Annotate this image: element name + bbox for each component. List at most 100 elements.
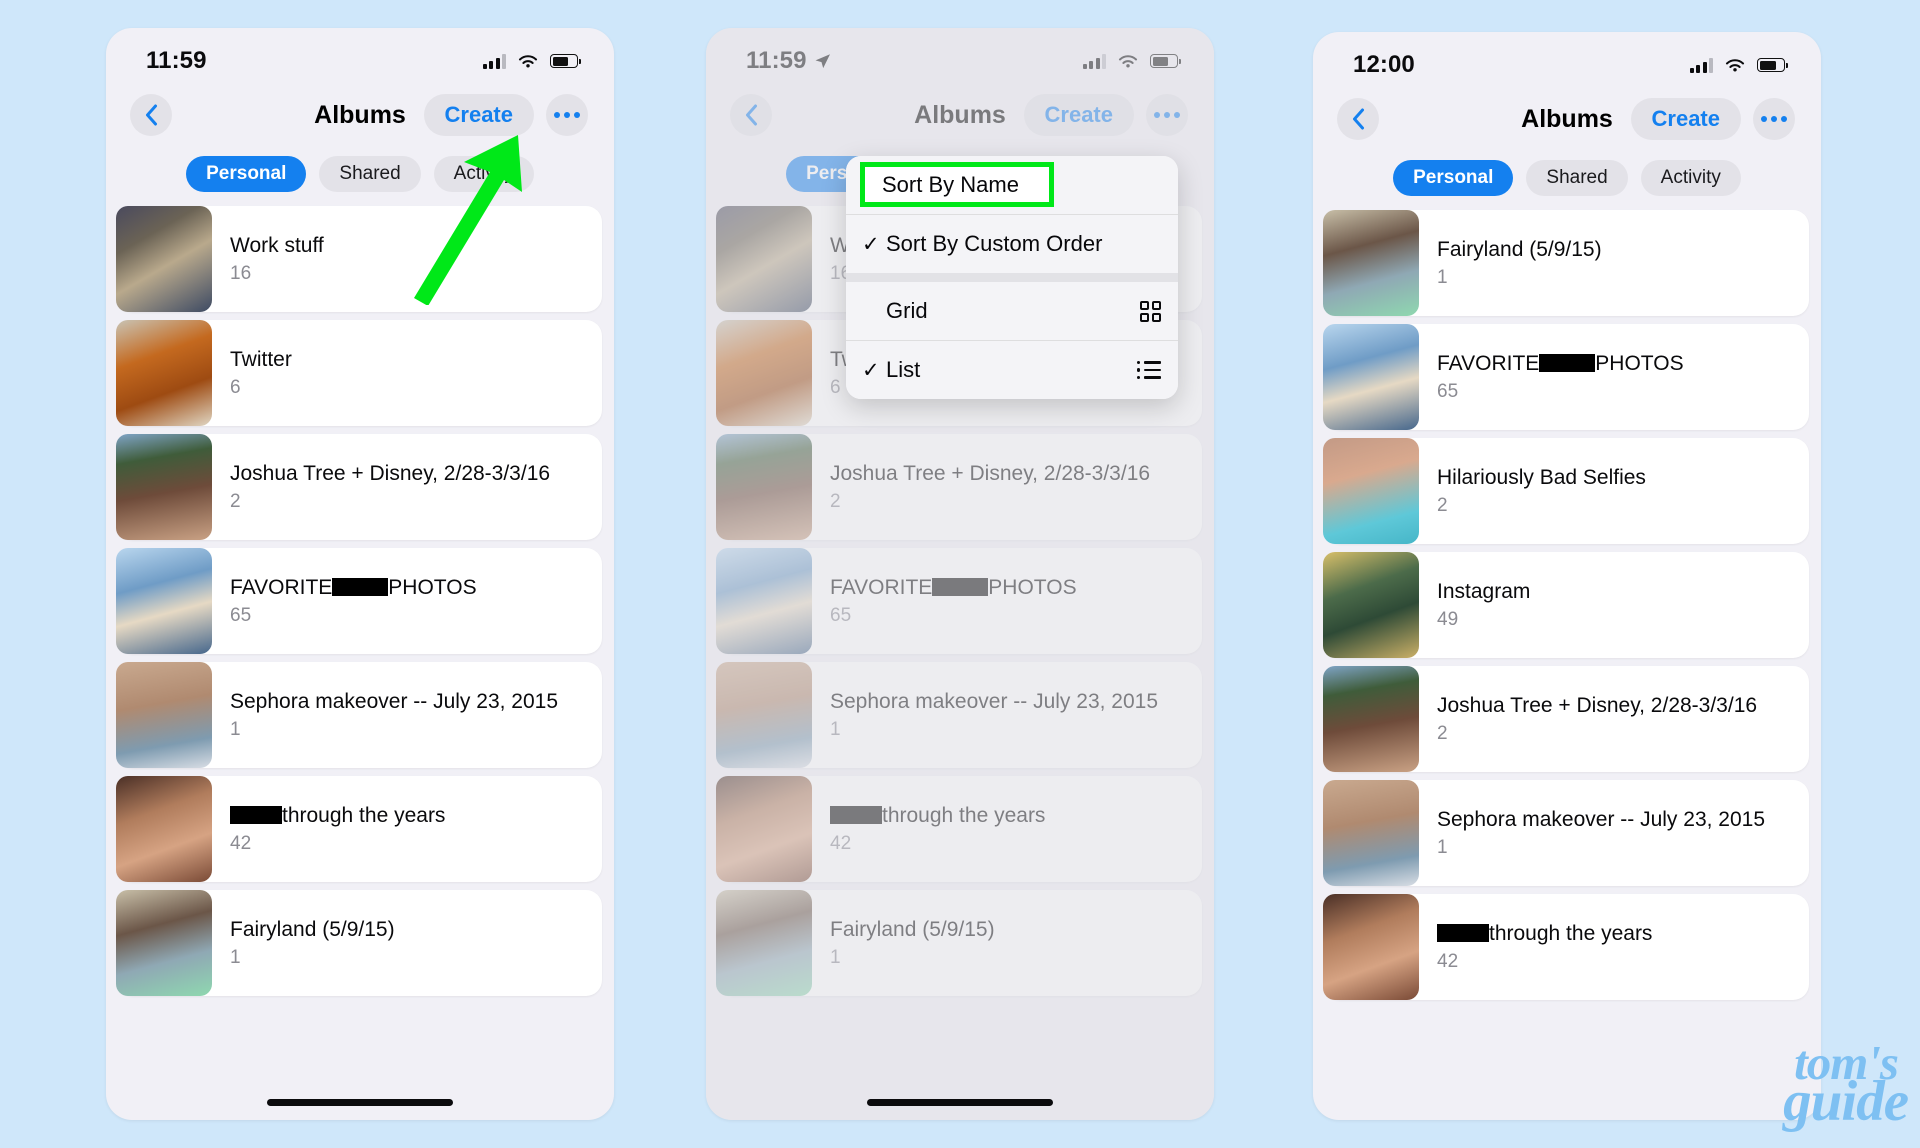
album-title: FAVORITE PHOTOS bbox=[1437, 352, 1684, 376]
album-meta: through the years 42 bbox=[212, 776, 602, 882]
status-bar-left: 12:00 bbox=[1353, 51, 1415, 79]
status-bar-right bbox=[1689, 57, 1788, 74]
album-row[interactable]: Fairyland (5/9/15) 1 bbox=[716, 890, 1202, 996]
album-title: FAVORITE PHOTOS bbox=[230, 576, 477, 600]
chevron-left-icon bbox=[745, 104, 757, 126]
album-thumbnail bbox=[1323, 210, 1419, 316]
album-row[interactable]: FAVORITE PHOTOS 65 bbox=[716, 548, 1202, 654]
album-meta: Sephora makeover -- July 23, 2015 1 bbox=[1419, 780, 1809, 886]
album-title: Sephora makeover -- July 23, 2015 bbox=[830, 690, 1159, 714]
album-row[interactable]: FAVORITE PHOTOS 65 bbox=[1323, 324, 1809, 430]
album-meta: Joshua Tree + Disney, 2/28-3/3/16 2 bbox=[1419, 666, 1809, 772]
nav-actions: Create bbox=[1023, 94, 1188, 136]
album-row[interactable]: Joshua Tree + Disney, 2/28-3/3/16 2 bbox=[716, 434, 1202, 540]
album-photo-count: 1 bbox=[1437, 266, 1448, 288]
chevron-left-icon bbox=[1352, 108, 1364, 130]
album-row[interactable]: Work stuff 16 bbox=[116, 206, 602, 312]
album-meta: Sephora makeover -- July 23, 2015 1 bbox=[212, 662, 602, 768]
redaction-bar bbox=[830, 806, 882, 825]
album-row[interactable]: through the years 42 bbox=[116, 776, 602, 882]
chip-personal[interactable]: Personal bbox=[1393, 160, 1514, 196]
album-meta: Twitter 6 bbox=[212, 320, 602, 426]
toms-guide-watermark: tom's guide bbox=[1783, 1038, 1909, 1130]
album-thumbnail bbox=[716, 320, 812, 426]
album-thumbnail bbox=[116, 662, 212, 768]
album-title: Instagram bbox=[1437, 580, 1531, 604]
album-meta: Joshua Tree + Disney, 2/28-3/3/16 2 bbox=[812, 434, 1202, 540]
location-arrow-icon bbox=[815, 53, 830, 68]
album-row[interactable]: Hilariously Bad Selfies 2 bbox=[1323, 438, 1809, 544]
chip-personal[interactable]: Personal bbox=[186, 156, 307, 192]
chip-shared[interactable]: Shared bbox=[319, 156, 421, 192]
highlighted-menu-item-sort-by-name[interactable]: Sort By Name bbox=[860, 162, 1054, 207]
album-row[interactable]: through the years 42 bbox=[716, 776, 1202, 882]
more-options-icon[interactable] bbox=[1753, 98, 1795, 140]
redaction-bar bbox=[332, 578, 389, 597]
sort-context-menu[interactable]: Sort By Name ✓ Sort By Custom Order Grid… bbox=[846, 156, 1178, 399]
status-bar-left: 11:59 bbox=[746, 47, 831, 75]
home-indicator bbox=[267, 1099, 453, 1106]
album-row[interactable]: through the years 42 bbox=[1323, 894, 1809, 1000]
album-photo-count: 2 bbox=[230, 490, 241, 512]
album-row[interactable]: Fairyland (5/9/15) 1 bbox=[1323, 210, 1809, 316]
album-meta: Joshua Tree + Disney, 2/28-3/3/16 2 bbox=[212, 434, 602, 540]
back-button[interactable] bbox=[1337, 98, 1379, 140]
album-row[interactable]: Joshua Tree + Disney, 2/28-3/3/16 2 bbox=[1323, 666, 1809, 772]
album-thumbnail bbox=[1323, 666, 1419, 772]
more-options-icon[interactable] bbox=[546, 94, 588, 136]
status-bar: 12:00 bbox=[1313, 32, 1821, 88]
album-row[interactable]: Sephora makeover -- July 23, 2015 1 bbox=[716, 662, 1202, 768]
album-thumbnail bbox=[716, 776, 812, 882]
create-button[interactable]: Create bbox=[1023, 94, 1134, 136]
album-title: Joshua Tree + Disney, 2/28-3/3/16 bbox=[230, 462, 551, 486]
album-row[interactable]: Sephora makeover -- July 23, 2015 1 bbox=[1323, 780, 1809, 886]
album-photo-count: 65 bbox=[830, 604, 852, 626]
chip-activity[interactable]: Activity bbox=[433, 156, 534, 192]
redaction-bar bbox=[1437, 924, 1489, 943]
navigation-bar: Albums Create bbox=[106, 84, 614, 146]
grid-icon bbox=[1140, 300, 1161, 322]
cellular-signal-icon bbox=[1689, 57, 1713, 73]
chip-activity[interactable]: Activity bbox=[1640, 160, 1741, 196]
back-button[interactable] bbox=[730, 94, 772, 136]
album-thumbnail bbox=[1323, 324, 1419, 430]
chip-shared[interactable]: Shared bbox=[1526, 160, 1628, 196]
album-list[interactable]: Work stuff 16 Twitter 6 Joshua Tree + Disney… bbox=[106, 206, 614, 996]
status-time: 11:59 bbox=[146, 47, 207, 74]
menu-item-list[interactable]: ✓ List bbox=[846, 341, 1178, 399]
album-row[interactable]: Fairyland (5/9/15) 1 bbox=[116, 890, 602, 996]
album-meta: Fairyland (5/9/15) 1 bbox=[812, 890, 1202, 996]
album-thumbnail bbox=[716, 206, 812, 312]
album-row[interactable]: Instagram 49 bbox=[1323, 552, 1809, 658]
album-photo-count: 1 bbox=[830, 946, 841, 968]
album-photo-count: 42 bbox=[830, 832, 852, 854]
album-row[interactable]: Twitter 6 bbox=[116, 320, 602, 426]
cellular-signal-icon bbox=[1082, 53, 1106, 69]
create-button[interactable]: Create bbox=[423, 94, 534, 136]
menu-item-grid[interactable]: Grid bbox=[846, 282, 1178, 340]
album-photo-count: 6 bbox=[230, 376, 241, 398]
watermark-line-2: guide bbox=[1783, 1070, 1909, 1134]
status-bar: 11:59 bbox=[106, 28, 614, 84]
chevron-left-icon bbox=[145, 104, 157, 126]
album-thumbnail bbox=[1323, 894, 1419, 1000]
album-row[interactable]: FAVORITE PHOTOS 65 bbox=[116, 548, 602, 654]
create-button[interactable]: Create bbox=[1630, 98, 1741, 140]
album-row[interactable]: Joshua Tree + Disney, 2/28-3/3/16 2 bbox=[116, 434, 602, 540]
album-row[interactable]: Sephora makeover -- July 23, 2015 1 bbox=[116, 662, 602, 768]
album-thumbnail bbox=[1323, 780, 1419, 886]
status-bar: 11:59 bbox=[706, 28, 1214, 84]
album-photo-count: 16 bbox=[230, 262, 252, 284]
more-options-icon[interactable] bbox=[1146, 94, 1188, 136]
menu-item-sort-by-custom-order[interactable]: ✓ Sort By Custom Order bbox=[846, 215, 1178, 273]
checkmark-icon: ✓ bbox=[862, 232, 880, 256]
album-meta: Sephora makeover -- July 23, 2015 1 bbox=[812, 662, 1202, 768]
album-photo-count: 65 bbox=[1437, 380, 1459, 402]
battery-icon bbox=[550, 54, 581, 68]
back-button[interactable] bbox=[130, 94, 172, 136]
album-list[interactable]: Fairyland (5/9/15) 1 FAVORITE PHOTOS 65 Hilar… bbox=[1313, 210, 1821, 1000]
album-meta: through the years 42 bbox=[1419, 894, 1809, 1000]
battery-icon bbox=[1757, 58, 1788, 72]
album-thumbnail bbox=[716, 890, 812, 996]
status-bar-right bbox=[482, 53, 581, 70]
